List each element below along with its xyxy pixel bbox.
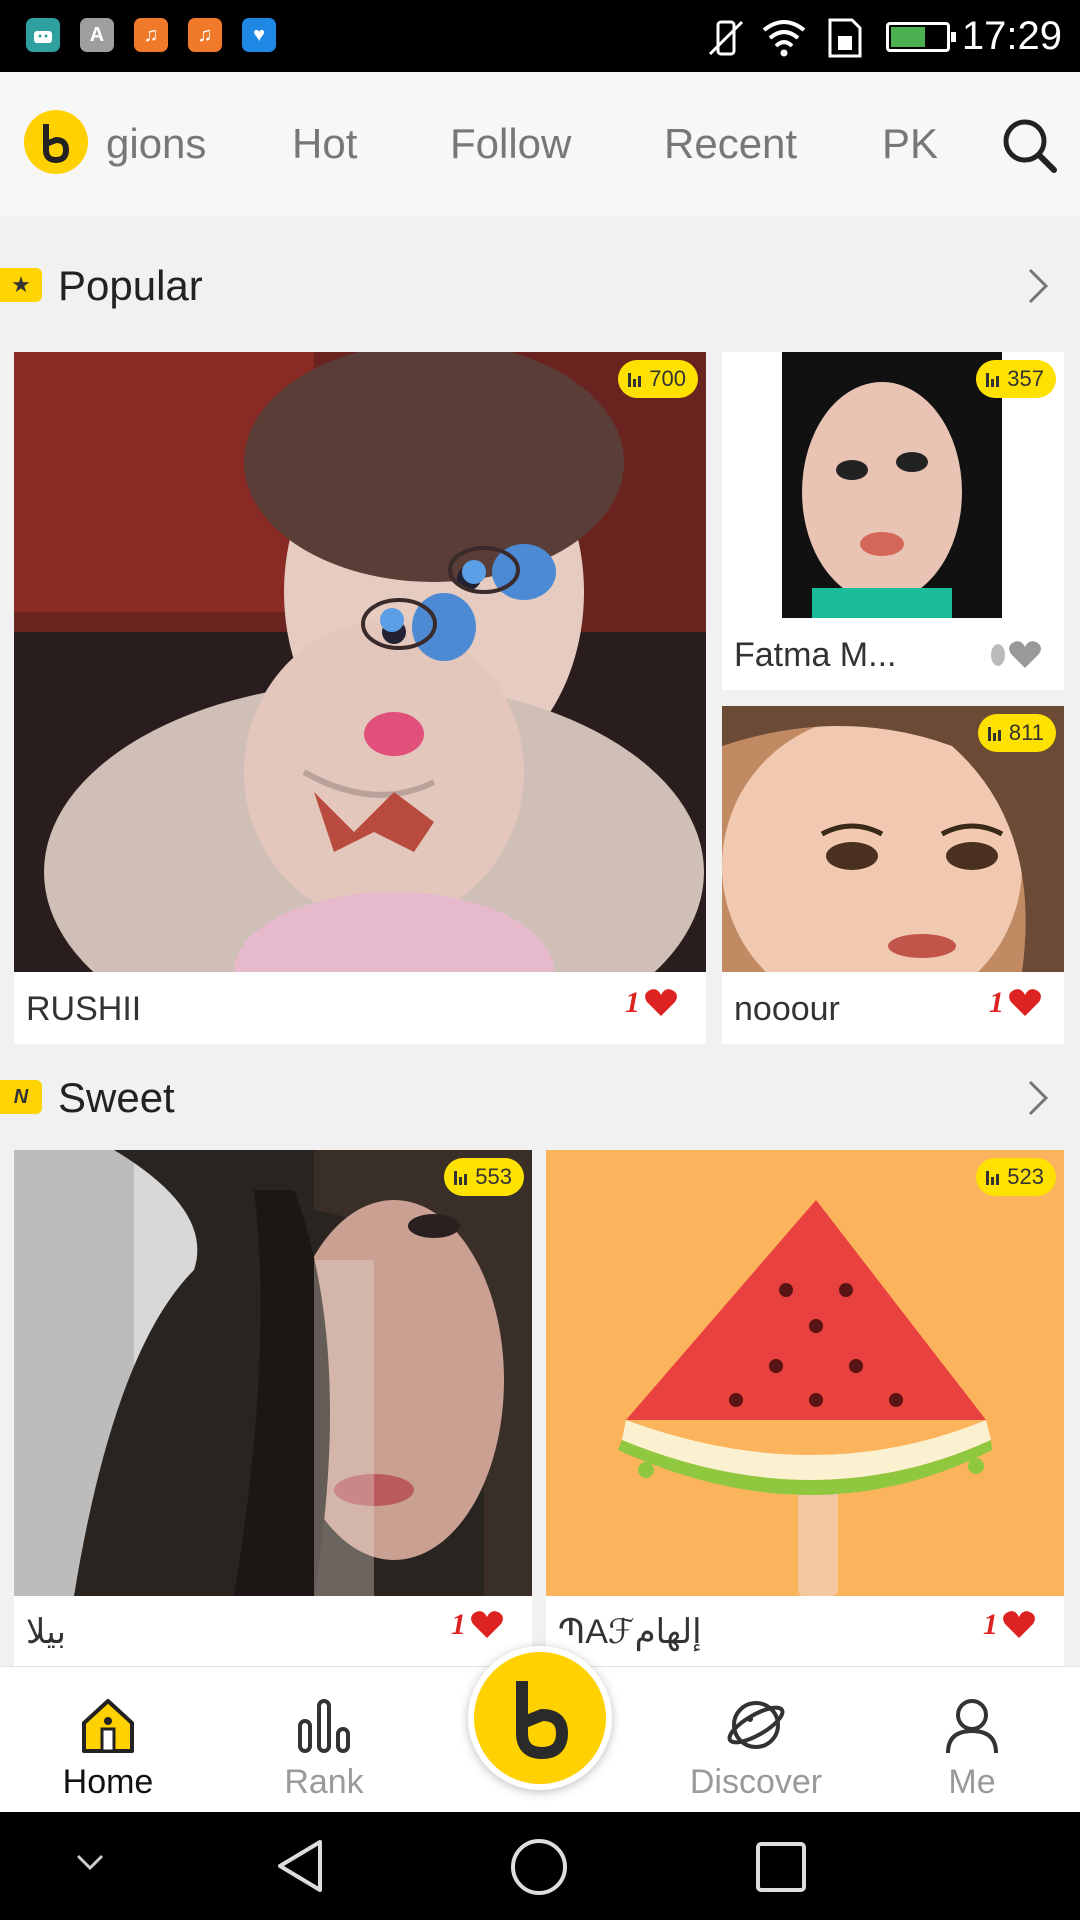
nav-discover[interactable]: Discover — [648, 1667, 864, 1813]
planet-icon — [727, 1701, 785, 1749]
top-nav: gions Hot Follow Recent PK — [0, 72, 1080, 216]
nav-me[interactable]: Me — [864, 1667, 1080, 1813]
sim-icon — [828, 18, 862, 58]
app-logo-icon[interactable] — [24, 110, 88, 174]
chevron-down-icon[interactable] — [70, 1848, 110, 1878]
nav-home[interactable]: Home — [0, 1667, 216, 1813]
signal-bars-icon — [454, 1169, 468, 1185]
section-header-popular[interactable]: ★ Popular — [0, 240, 1080, 330]
heart-outline-icon — [991, 641, 1041, 668]
nav-label: Rank — [284, 1763, 364, 1801]
vibrate-off-icon — [708, 20, 744, 56]
streamer-name: ՊAℱإلهام — [558, 1613, 702, 1651]
status-time: 17:29 — [961, 14, 1062, 58]
like-count-value: 1 — [983, 1608, 998, 1641]
viewer-count: 553 — [475, 1164, 512, 1189]
search-icon[interactable] — [1000, 116, 1060, 176]
android-icon — [26, 18, 60, 52]
new-badge-icon: N — [0, 1080, 42, 1114]
music-icon: ♫ — [134, 18, 168, 52]
rank-bars-icon — [298, 1699, 350, 1753]
home-icon — [82, 1699, 134, 1753]
viewer-count: 357 — [1007, 366, 1044, 391]
viewer-count-badge: 811 — [977, 714, 1056, 752]
like-count — [984, 640, 1042, 670]
stream-thumbnail — [546, 1150, 1064, 1596]
signal-bars-icon — [987, 725, 1001, 741]
signal-bars-icon — [986, 371, 1000, 387]
heart-app-icon: ♥ — [242, 18, 276, 52]
stream-thumbnail — [14, 352, 706, 972]
streamer-name: RUSHII — [26, 990, 142, 1028]
like-count-value: 1 — [989, 986, 1004, 1019]
streamer-name: Fatma M... — [734, 636, 897, 674]
back-icon[interactable] — [272, 1836, 328, 1896]
section-header-sweet[interactable]: N Sweet — [0, 1052, 1080, 1142]
chevron-right-icon[interactable] — [1018, 264, 1058, 308]
chevron-right-icon[interactable] — [1018, 1076, 1058, 1120]
home-circle-icon[interactable] — [508, 1836, 570, 1898]
person-icon — [946, 1699, 998, 1754]
like-count: 1 — [989, 986, 1042, 1020]
tab-regions[interactable]: gions — [106, 120, 206, 168]
live-card[interactable]: 553 بيلا 1 — [14, 1150, 532, 1666]
wifi-icon — [762, 20, 806, 57]
go-live-button[interactable] — [468, 1646, 612, 1790]
app-logo-icon — [516, 1681, 568, 1759]
text-a-icon: A — [80, 18, 114, 52]
like-count: 1 — [451, 1608, 504, 1642]
streamer-name: بيلا — [26, 1613, 67, 1651]
battery-icon — [886, 22, 956, 52]
like-count: 1 — [625, 986, 678, 1020]
section-title: Sweet — [58, 1074, 175, 1121]
live-card[interactable]: 811 nooour 1 — [722, 706, 1064, 1044]
stream-thumbnail — [14, 1150, 532, 1596]
nav-rank[interactable]: Rank — [216, 1667, 432, 1813]
streamer-name: nooour — [734, 990, 840, 1028]
viewer-count-badge: 523 — [976, 1158, 1056, 1196]
tab-pk[interactable]: PK — [882, 120, 938, 168]
viewer-count: 523 — [1007, 1164, 1044, 1189]
heart-icon — [645, 989, 677, 1016]
nav-label: Me — [948, 1763, 996, 1801]
viewer-count-badge: 553 — [444, 1158, 524, 1196]
like-count-value: 1 — [625, 986, 640, 1019]
star-badge-icon: ★ — [0, 268, 42, 302]
nav-label: Discover — [689, 1763, 823, 1801]
nav-label: Home — [62, 1763, 154, 1801]
live-card[interactable]: 700 RUSHII 1 — [14, 352, 706, 1044]
like-count-value: 1 — [451, 1608, 466, 1641]
viewer-count-badge: 357 — [976, 360, 1056, 398]
viewer-count-badge: 700 — [618, 360, 698, 398]
system-nav-bar — [0, 1812, 1080, 1920]
music-icon: ♫ — [188, 18, 222, 52]
heart-icon — [1009, 989, 1041, 1016]
live-card[interactable]: 357 Fatma M... — [722, 352, 1064, 690]
tab-hot[interactable]: Hot — [292, 120, 357, 168]
status-bar: A ♫ ♫ ♥ 17:29 — [0, 0, 1080, 72]
like-count: 1 — [983, 1608, 1036, 1642]
signal-bars-icon — [986, 1169, 1000, 1185]
recents-icon[interactable] — [754, 1840, 808, 1894]
tab-recent[interactable]: Recent — [664, 120, 797, 168]
tab-follow[interactable]: Follow — [450, 120, 571, 168]
heart-icon — [471, 1611, 503, 1638]
viewer-count: 811 — [1008, 720, 1044, 745]
live-card[interactable]: 523 ՊAℱإلهام 1 — [546, 1150, 1064, 1666]
section-title: Popular — [58, 262, 203, 309]
signal-bars-icon — [628, 371, 642, 387]
viewer-count: 700 — [649, 366, 686, 391]
heart-icon — [1003, 1611, 1035, 1638]
